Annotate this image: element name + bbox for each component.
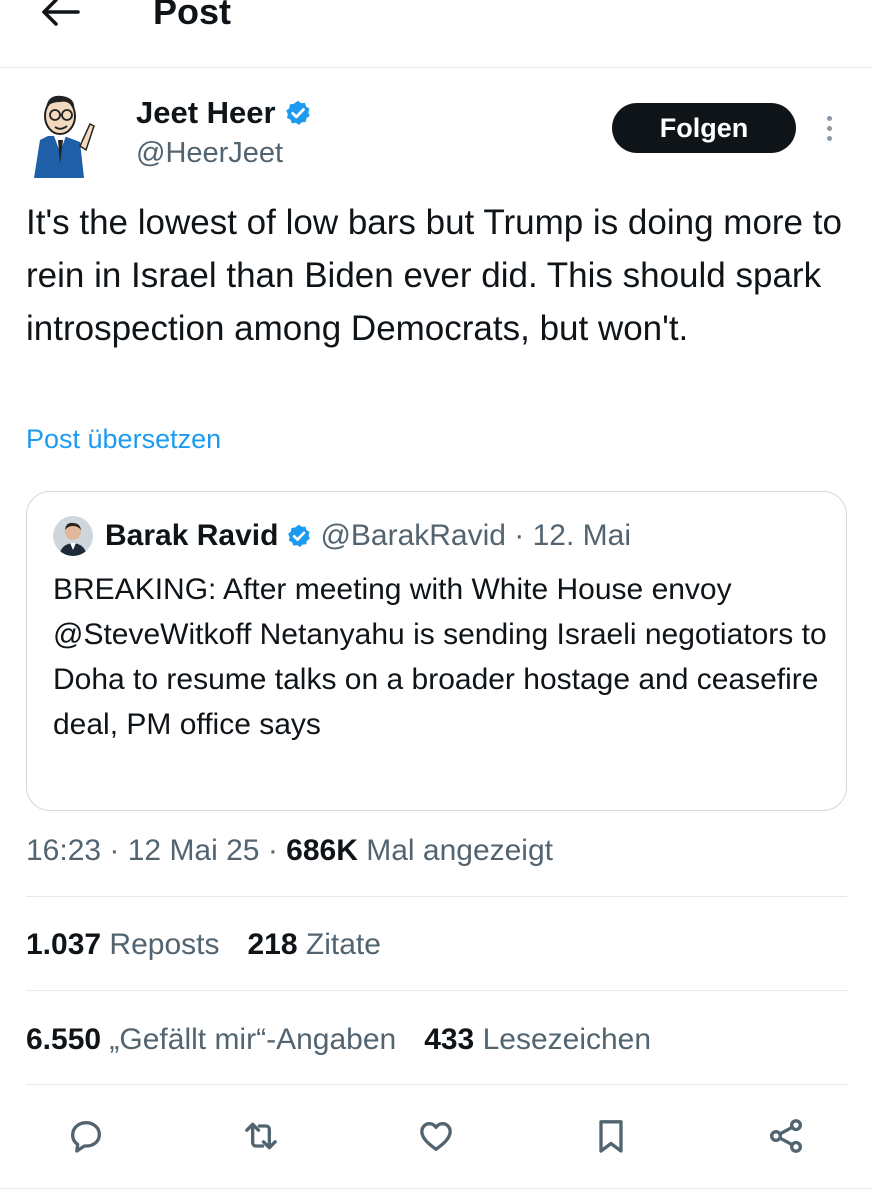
author-handle[interactable]: @HeerJeet [136, 136, 283, 170]
bookmarks-label: Lesezeichen [474, 1023, 652, 1056]
person-photo-avatar [53, 516, 93, 556]
timestamp[interactable]: 16:23 · 12 Mai 25 · [26, 834, 286, 867]
tweet-text: It's the lowest of low bars but Trump is… [26, 203, 842, 348]
avatar[interactable] [26, 90, 96, 180]
author-name[interactable]: Jeet Heer [136, 95, 312, 131]
share-icon [770, 1119, 802, 1153]
action-bar [60, 1110, 812, 1162]
more-vertical-icon [826, 115, 832, 121]
cartoon-avatar-image [34, 95, 95, 178]
quotes-label: Zitate [297, 928, 381, 961]
quoted-post[interactable]: Barak Ravid @BarakRavid · 12. Mai BREAKI… [26, 491, 847, 811]
views-count: 686K [286, 834, 358, 867]
views-label: Mal angezeigt [357, 834, 553, 867]
back-button[interactable] [38, 0, 82, 32]
reply-button[interactable] [60, 1110, 112, 1162]
bookmark-button[interactable] [585, 1110, 637, 1162]
timestamp-views: 16:23 · 12 Mai 25 · 686K Mal angezeigt [26, 832, 553, 870]
bookmarks-count: 433 [424, 1023, 475, 1056]
quotes-count: 218 [247, 928, 298, 961]
quoted-handle-date: @BarakRavid · 12. Mai [320, 519, 631, 552]
quoted-text: BREAKING: After meeting with White House… [53, 573, 827, 741]
share-button[interactable] [760, 1110, 812, 1162]
quotes-stat[interactable]: 218 Zitate [247, 926, 380, 964]
repost-icon [245, 1122, 277, 1150]
divider [26, 990, 847, 991]
likes-count: 6.550 [26, 1023, 102, 1056]
reply-icon [71, 1121, 102, 1153]
follow-button[interactable]: Folgen [612, 103, 796, 153]
stats-row-1: 1.037 Reposts 218 Zitate [26, 926, 381, 964]
translate-post-link[interactable]: Post übersetzen [26, 424, 221, 455]
like-button[interactable] [410, 1110, 462, 1162]
like-icon [420, 1122, 452, 1151]
likes-stat[interactable]: 6.550 „Gefällt mir“-Angaben [26, 1021, 396, 1059]
bottom-divider [0, 1188, 872, 1189]
stats-row-2: 6.550 „Gefällt mir“-Angaben 433 Lesezeic… [26, 1021, 651, 1059]
top-bar: Post [0, 0, 872, 68]
divider [26, 1084, 847, 1085]
reposts-stat[interactable]: 1.037 Reposts [26, 926, 219, 964]
bookmarks-stat[interactable]: 433 Lesezeichen [424, 1021, 651, 1059]
arrow-left-icon [42, 0, 80, 26]
author-name-text: Jeet Heer [136, 95, 276, 130]
divider [26, 896, 847, 897]
reposts-label: Reposts [101, 928, 220, 961]
likes-label: „Gefällt mir“-Angaben [101, 1023, 397, 1056]
bookmark-icon [599, 1120, 623, 1153]
reposts-count: 1.037 [26, 928, 102, 961]
quoted-header: Barak Ravid @BarakRavid · 12. Mai [105, 516, 631, 556]
repost-button[interactable] [235, 1110, 287, 1162]
quoted-author-name: Barak Ravid [105, 519, 279, 552]
quoted-avatar [53, 516, 93, 556]
verified-badge-icon [288, 524, 311, 548]
verified-badge-icon [285, 100, 310, 125]
more-options-button[interactable] [812, 108, 846, 148]
page-title: Post [153, 0, 232, 32]
